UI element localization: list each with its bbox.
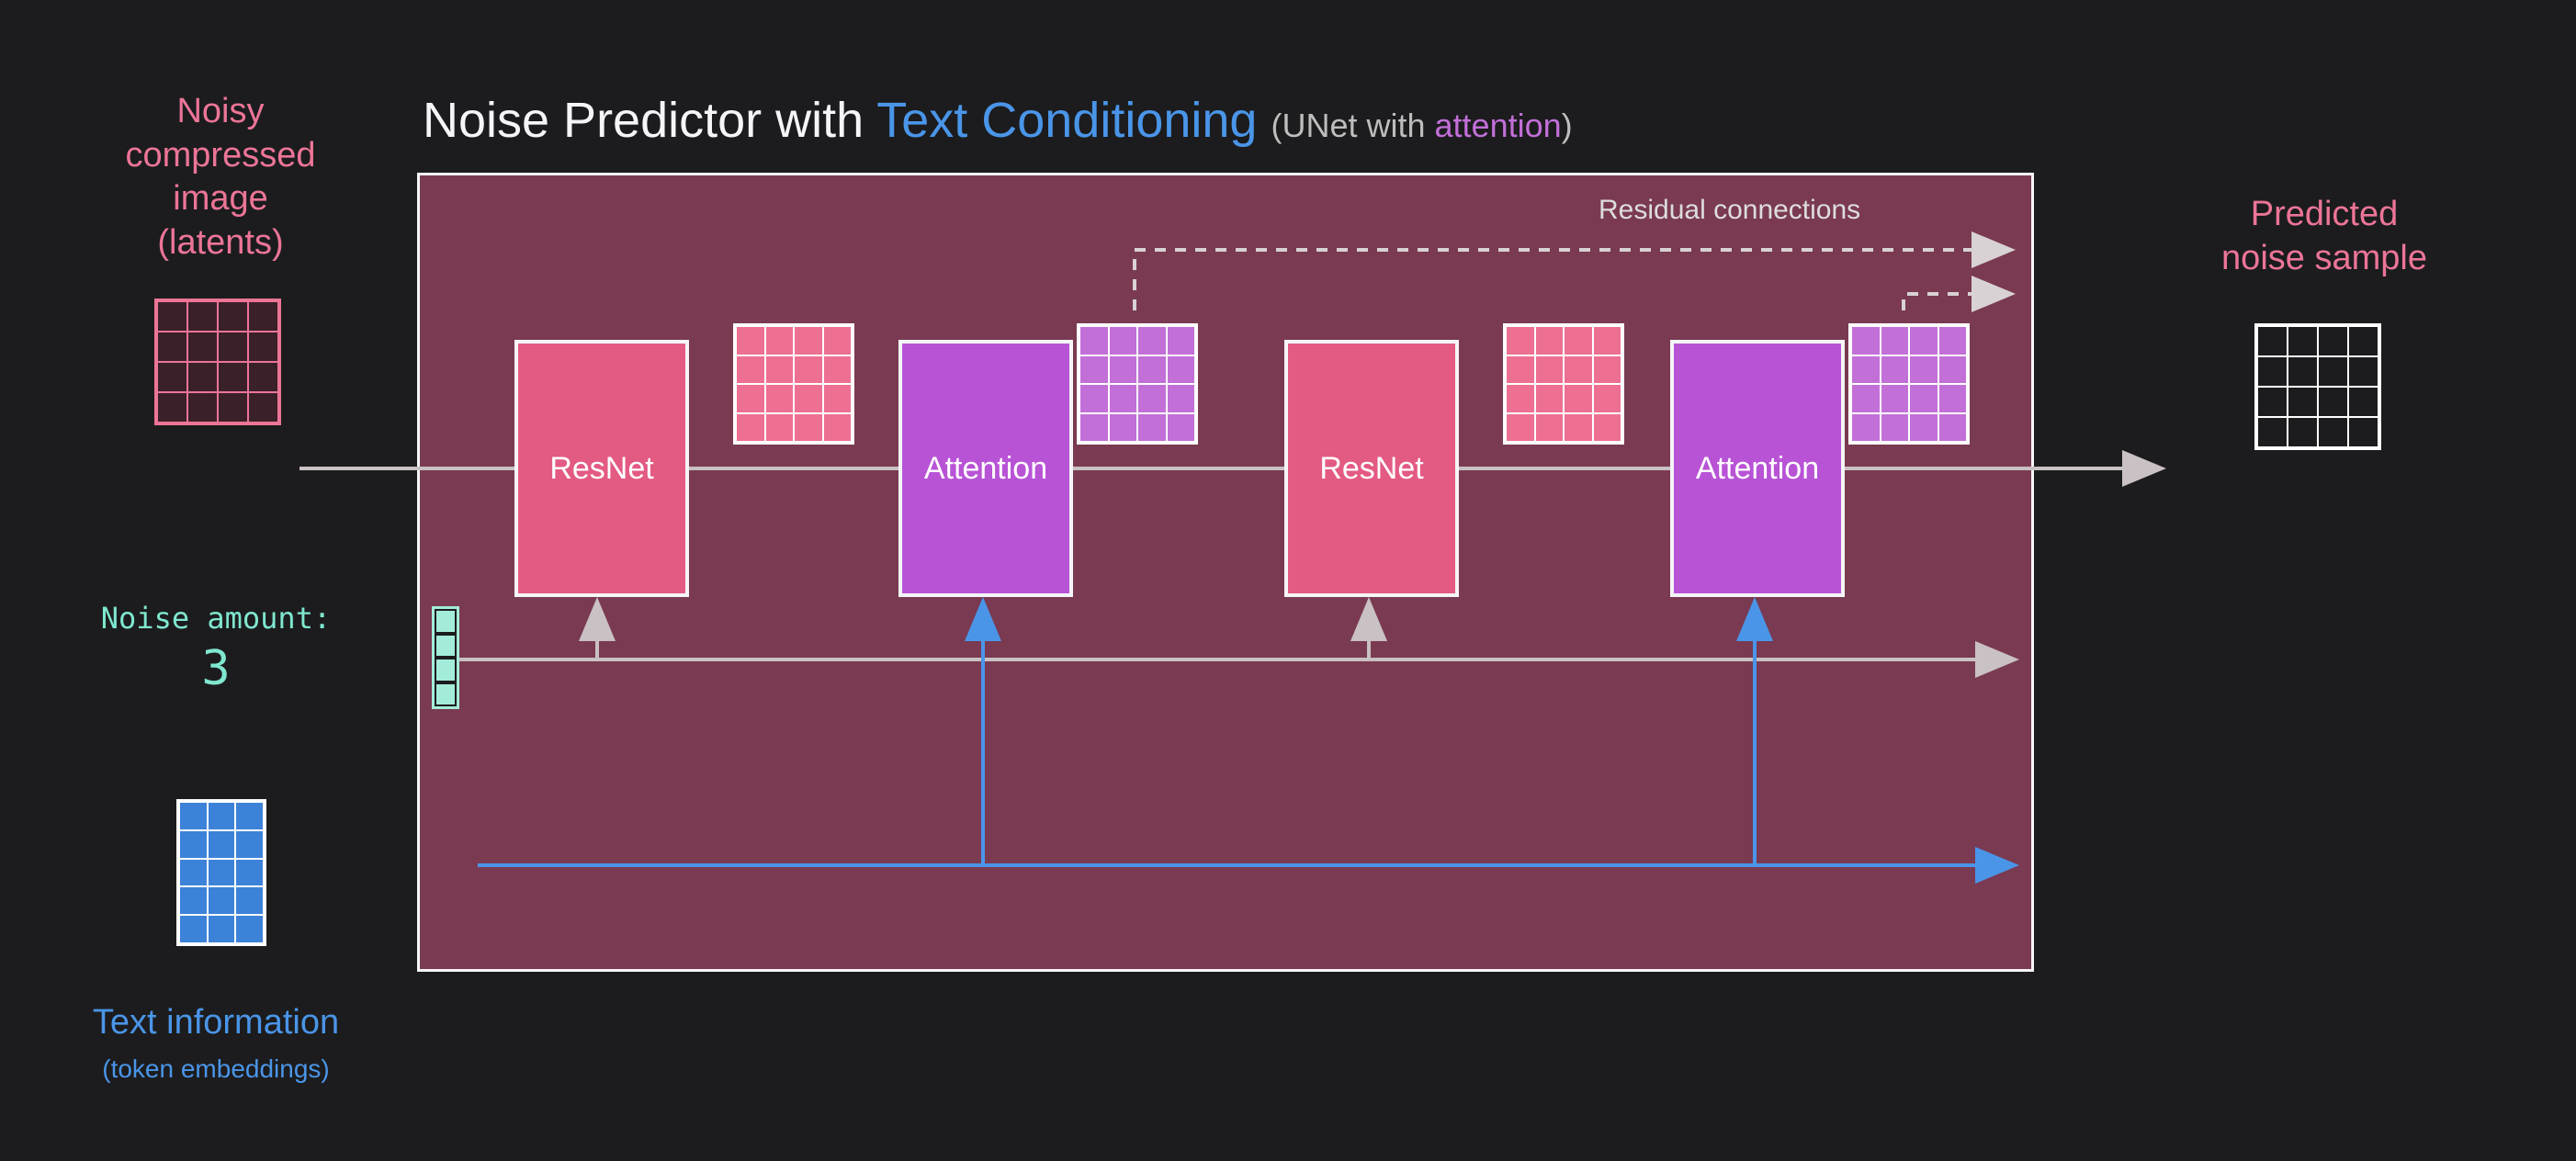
block-label: ResNet bbox=[1319, 451, 1423, 487]
feature-grid-pink-1 bbox=[733, 323, 854, 445]
text: noise sample bbox=[2221, 239, 2427, 277]
feature-grid-purple-2 bbox=[1848, 323, 1970, 445]
block-label: ResNet bbox=[549, 451, 653, 487]
output-grid-icon bbox=[2254, 323, 2381, 450]
timestep-embedding-icon bbox=[432, 606, 459, 709]
attention-block-1: Attention bbox=[898, 340, 1073, 597]
attention-block-2: Attention bbox=[1670, 340, 1845, 597]
feature-grid-pink-2 bbox=[1503, 323, 1624, 445]
feature-grid-purple-1 bbox=[1077, 323, 1198, 445]
resnet-block-2: ResNet bbox=[1284, 340, 1459, 597]
block-label: Attention bbox=[1696, 451, 1819, 487]
resnet-block-1: ResNet bbox=[514, 340, 689, 597]
text: Predicted bbox=[2251, 195, 2399, 233]
output-label: Predicted noise sample bbox=[2186, 193, 2462, 280]
block-label: Attention bbox=[924, 451, 1047, 487]
